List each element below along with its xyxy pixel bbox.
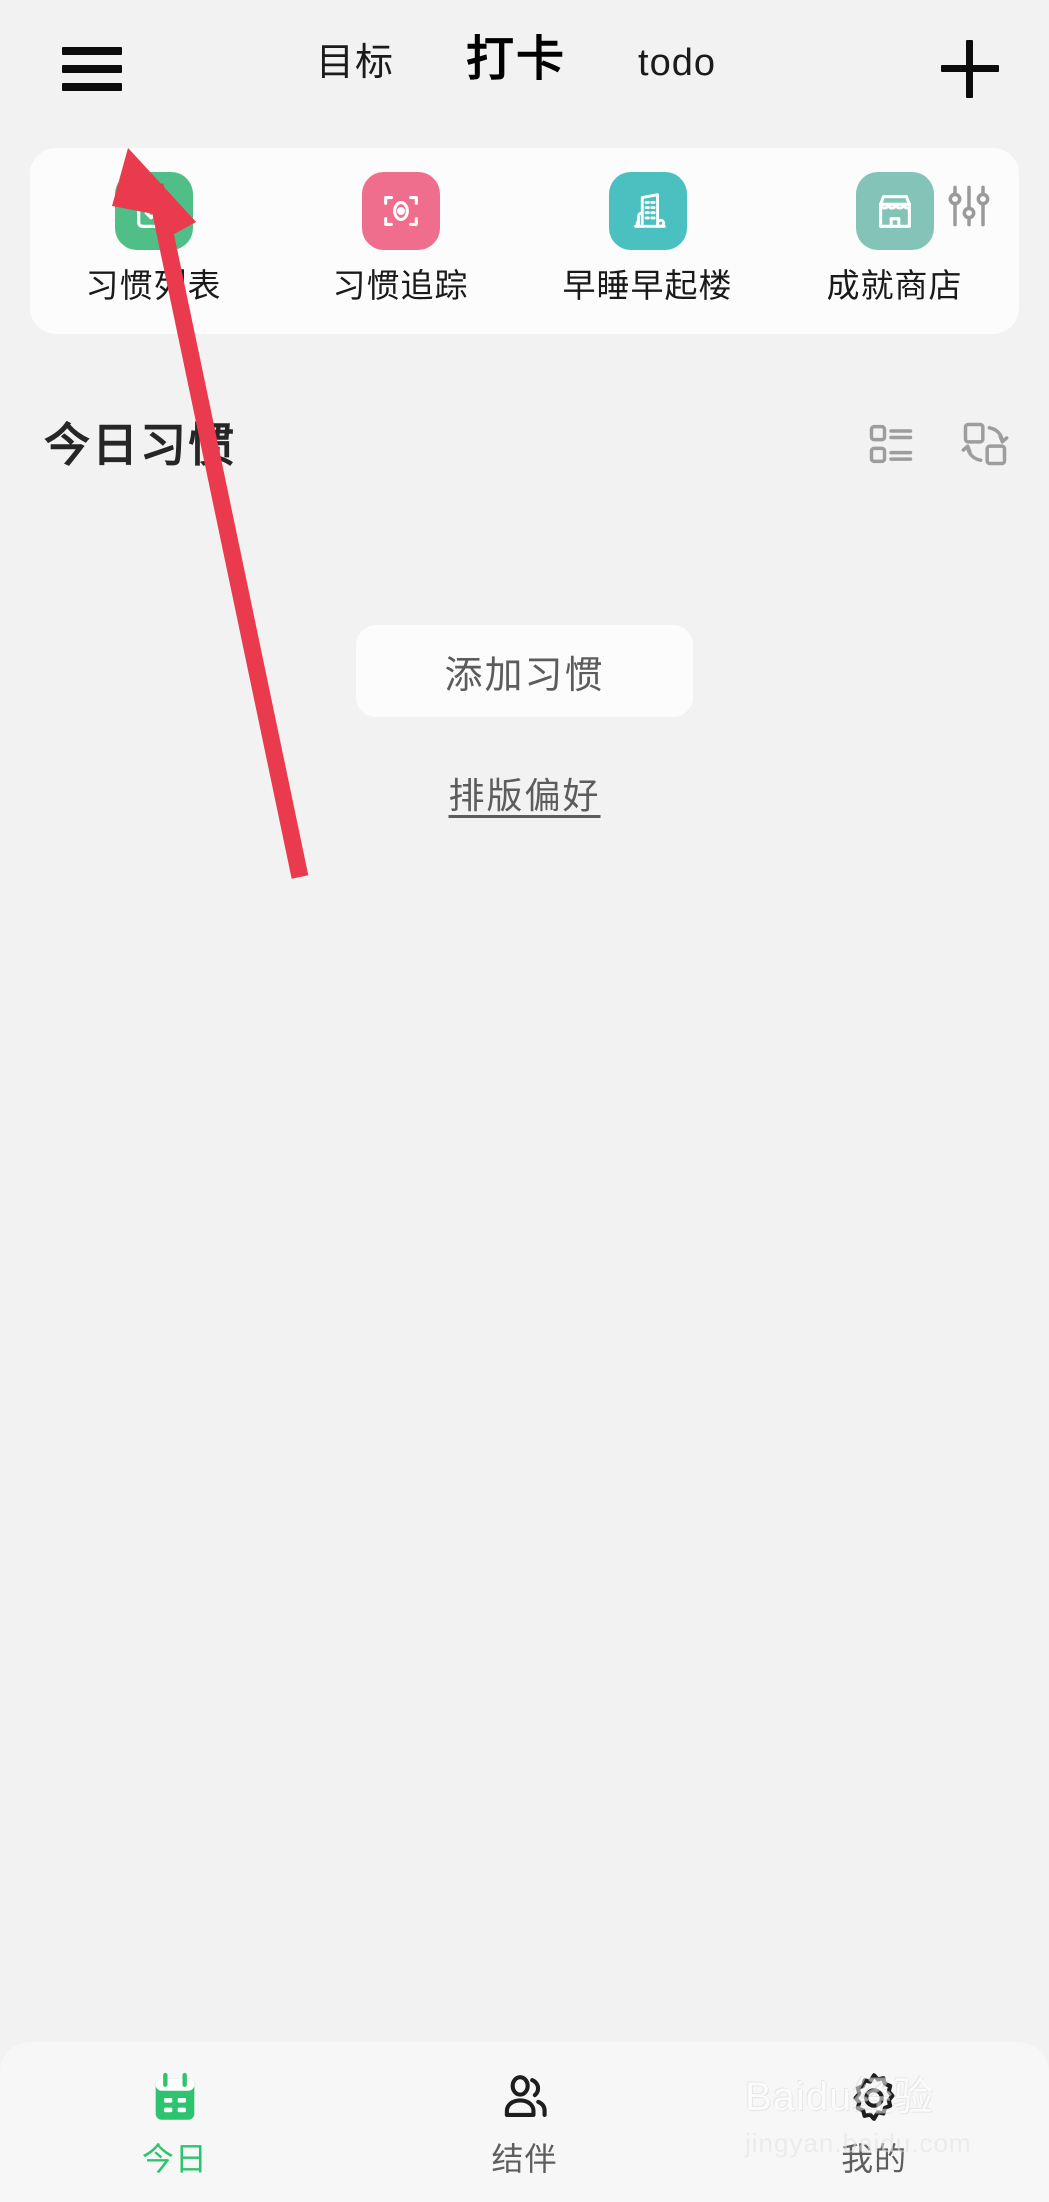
tab-checkin[interactable]: 打卡 <box>430 30 602 90</box>
view-toggle-group <box>865 418 1011 470</box>
tab-goals[interactable]: 目标 <box>280 33 430 93</box>
tab-todo[interactable]: todo <box>602 33 752 93</box>
top-tabs: 目标 打卡 todo <box>280 30 752 93</box>
empty-state: 添加习惯 排版偏好 <box>0 625 1049 819</box>
hamburger-menu-icon[interactable] <box>62 47 122 91</box>
quick-action-early-sleep-building[interactable]: 早睡早起楼 <box>524 172 771 306</box>
plus-icon[interactable] <box>941 40 999 98</box>
bottom-navigation: 今日 结伴 我的 <box>0 2042 1049 2202</box>
building-icon <box>608 172 687 250</box>
quick-action-habit-list[interactable]: 习惯列表 <box>30 172 277 306</box>
section-header: 今日习惯 <box>0 412 1049 482</box>
nav-label: 今日 <box>141 2141 208 2177</box>
store-icon <box>855 172 934 250</box>
people-icon <box>494 2067 556 2129</box>
quick-action-label: 成就商店 <box>826 267 963 304</box>
list-view-icon[interactable] <box>865 418 917 470</box>
quick-action-label: 习惯列表 <box>85 267 222 304</box>
nav-label: 我的 <box>841 2141 908 2177</box>
app-root: 目标 打卡 todo 习惯列表 习惯追踪 早睡早起楼 成就商店 今日习惯 添加习… <box>0 0 1049 2202</box>
add-habit-button[interactable]: 添加习惯 <box>356 625 693 717</box>
hamburger-line <box>62 65 122 73</box>
top-bar: 目标 打卡 todo <box>0 0 1049 137</box>
checklist-icon <box>114 172 193 250</box>
nav-item-companion[interactable]: 结伴 <box>350 2067 700 2177</box>
layout-preference-link[interactable]: 排版偏好 <box>448 767 600 819</box>
target-focus-icon <box>361 172 440 250</box>
sliders-icon[interactable] <box>941 178 997 234</box>
gear-icon <box>843 2067 905 2129</box>
nav-item-today[interactable]: 今日 <box>0 2067 350 2177</box>
page-title: 今日习惯 <box>44 419 236 471</box>
nav-item-mine[interactable]: 我的 <box>699 2067 1049 2177</box>
quick-action-habit-tracking[interactable]: 习惯追踪 <box>277 172 524 306</box>
swap-view-icon[interactable] <box>959 418 1011 470</box>
hamburger-line <box>62 83 122 91</box>
quick-action-label: 习惯追踪 <box>332 267 469 304</box>
nav-label: 结伴 <box>491 2141 558 2177</box>
quick-action-label: 早睡早起楼 <box>562 267 733 304</box>
hamburger-line <box>62 47 122 55</box>
calendar-icon <box>144 2067 206 2129</box>
quick-actions-card: 习惯列表 习惯追踪 早睡早起楼 成就商店 <box>30 148 1019 334</box>
